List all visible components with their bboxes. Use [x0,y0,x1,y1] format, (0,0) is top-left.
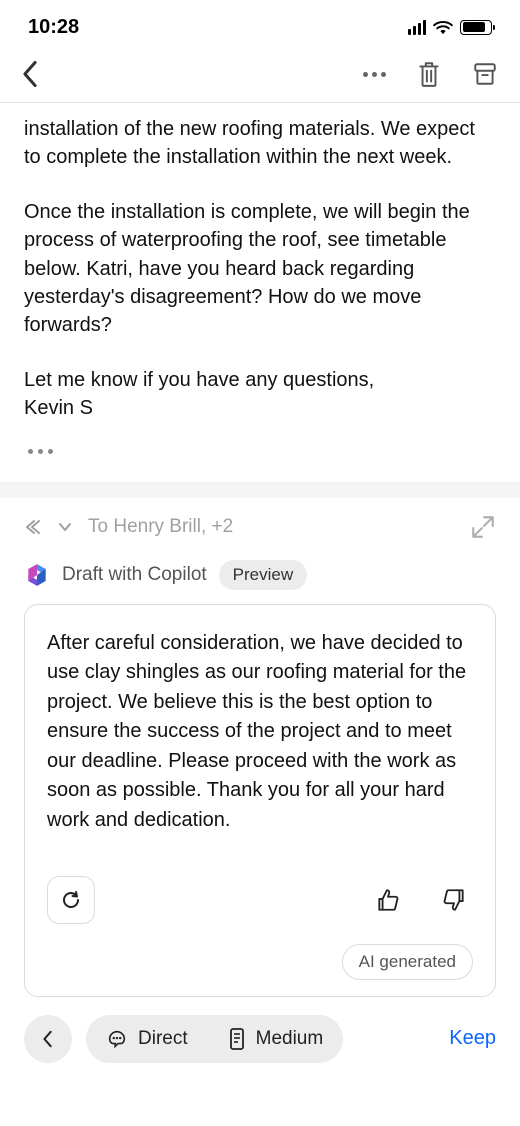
cellular-signal-icon [408,20,427,35]
copilot-logo-icon [24,562,50,588]
copilot-title: Draft with Copilot [62,564,207,586]
email-paragraph: installation of the new roofing material… [24,115,496,172]
ai-generated-badge: AI generated [342,944,473,980]
chevron-left-icon [42,1030,54,1048]
reply-mode-button[interactable] [24,517,72,537]
bottom-action-bar: Direct Medium Keep [0,997,520,1081]
reply-header: To Henry Brill, +2 [0,498,520,548]
regenerate-button[interactable] [47,876,95,924]
status-bar: 10:28 [0,0,520,48]
copilot-header: Draft with Copilot Preview [0,548,520,604]
tone-label: Direct [138,1028,188,1050]
length-icon [228,1027,246,1051]
thumbs-up-icon[interactable] [375,887,401,913]
battery-icon [460,20,492,35]
status-right [408,19,493,35]
thumbs-down-icon[interactable] [441,887,467,913]
trash-icon[interactable] [416,60,442,88]
email-paragraph: Once the installation is complete, we wi… [24,198,496,340]
wifi-icon [432,19,454,35]
tone-icon [106,1028,128,1050]
archive-icon[interactable] [472,61,498,87]
reply-to-line[interactable]: To Henry Brill, +2 [88,516,233,538]
preview-badge: Preview [219,560,307,590]
draft-card: After careful consideration, we have dec… [24,604,496,997]
back-button[interactable] [22,60,38,88]
expand-icon[interactable] [470,514,496,540]
tone-button[interactable]: Direct [86,1015,208,1063]
length-label: Medium [256,1028,324,1050]
refresh-icon [59,888,83,912]
clock-time: 10:28 [28,16,79,39]
more-options-button[interactable] [363,72,386,77]
keep-button[interactable]: Keep [449,1027,496,1050]
email-body: installation of the new roofing material… [0,103,520,482]
section-divider [0,482,520,498]
length-button[interactable]: Medium [208,1015,344,1063]
email-paragraph: Let me know if you have any questions, K… [24,366,496,423]
nav-bar [0,48,520,103]
message-more-button[interactable] [24,435,496,474]
draft-body-text: After careful consideration, we have dec… [47,629,473,836]
bottom-back-button[interactable] [24,1015,72,1063]
